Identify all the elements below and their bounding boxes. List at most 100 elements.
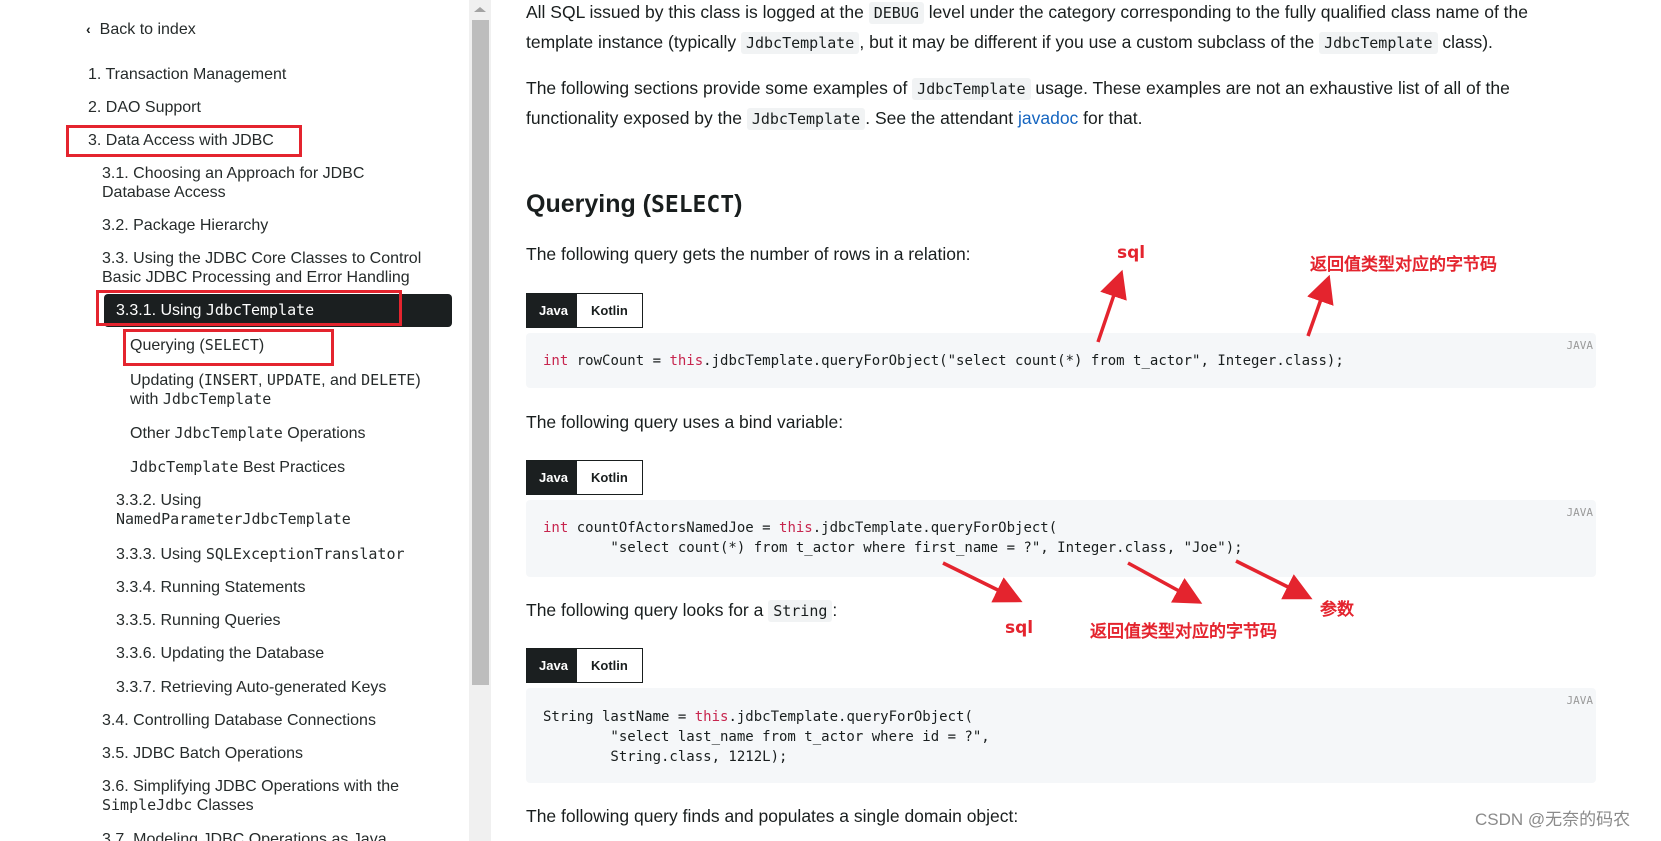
toc-prefix: Updating ( xyxy=(130,372,204,389)
sidebar-toc: ‹ Back to index 1. Transaction Managemen… xyxy=(0,0,470,841)
scrollbar-thumb[interactable] xyxy=(472,20,489,685)
toc-item-package-hierarchy[interactable]: 3.2. Package Hierarchy xyxy=(102,216,268,235)
section-heading-querying: Querying (SELECT) xyxy=(526,190,742,219)
code-keyword: int xyxy=(543,353,569,369)
scroll-up-arrow-icon[interactable] xyxy=(469,4,491,16)
text: for that. xyxy=(1078,108,1143,128)
code-keyword: int xyxy=(543,520,569,536)
toc-prefix: 3.3.1. Using xyxy=(116,302,206,319)
csdn-watermark: CSDN @无奈的码农 xyxy=(1475,810,1631,829)
back-to-index-link[interactable]: ‹ Back to index xyxy=(86,20,196,39)
toc-item-choosing-approach[interactable]: 3.1. Choosing an Approach for JDBC Datab… xyxy=(102,164,364,202)
tab-kotlin[interactable]: Kotlin xyxy=(577,294,642,327)
javadoc-link[interactable]: javadoc xyxy=(1018,108,1078,128)
toc-suffix: Operations xyxy=(282,425,366,442)
text-line: All SQL issued by this class is logged a… xyxy=(526,0,1528,28)
tab-java[interactable]: Java xyxy=(527,294,577,327)
toc-line: 3.1. Choosing an Approach for JDBC xyxy=(102,165,365,182)
toc-suffix: Best Practices xyxy=(238,459,346,476)
toc-item-updating-database[interactable]: 3.3.6. Updating the Database xyxy=(116,644,324,663)
annotation-params: 参数 xyxy=(1320,600,1354,620)
text: . See the attendant xyxy=(865,108,1018,128)
toc-item-updating[interactable]: Updating (INSERT, UPDATE, and DELETE) wi… xyxy=(130,371,421,409)
toc-item-data-access-jdbc[interactable]: 3. Data Access with JDBC xyxy=(88,131,274,150)
code-keyword: this xyxy=(669,353,704,369)
code-token: .jdbcTemplate.queryForObject( xyxy=(812,520,1058,536)
paragraph-row-count: The following query gets the number of r… xyxy=(526,244,971,264)
text: class). xyxy=(1437,32,1493,52)
toc-code: NamedParameterJdbcTemplate xyxy=(116,510,351,528)
text: All SQL issued by this class is logged a… xyxy=(526,2,869,22)
text: , but it may be different if you use a c… xyxy=(859,32,1320,52)
toc-code: JdbcTemplate xyxy=(174,424,283,442)
toc-prefix: Other xyxy=(130,425,175,442)
tab-kotlin[interactable]: Kotlin xyxy=(577,649,642,682)
code-text: String lastName = this.jdbcTemplate.quer… xyxy=(526,688,1596,767)
text-line: template instance (typically JdbcTemplat… xyxy=(526,28,1528,58)
code-token: rowCount = xyxy=(568,353,670,369)
text-line: functionality exposed by the JdbcTemplat… xyxy=(526,104,1510,134)
toc-code: JdbcTemplate xyxy=(130,458,239,476)
toc-item-controlling-connections[interactable]: 3.4. Controlling Database Connections xyxy=(102,711,376,730)
toc-line: 3.3. Using the JDBC Core Classes to Cont… xyxy=(102,250,422,267)
toc-code: SimpleJdbc xyxy=(102,796,193,814)
toc-suffix: ) xyxy=(415,372,421,389)
heading-text: Querying ( xyxy=(526,190,652,218)
paragraph-string-query: The following query looks for a String: xyxy=(526,596,837,626)
sidebar-scrollbar[interactable] xyxy=(469,0,491,841)
toc-code: JdbcTemplate xyxy=(205,301,315,319)
annotation-return-type-top: 返回值类型对应的字节码 xyxy=(1310,255,1497,275)
toc-item-modeling-jdbc[interactable]: 3.7. Modeling JDBC Operations as Java xyxy=(102,830,387,841)
code-block-3: JAVA String lastName = this.jdbcTemplate… xyxy=(526,688,1596,783)
toc-item-simplifying-jdbc[interactable]: 3.6. Simplifying JDBC Operations with th… xyxy=(102,777,399,815)
language-tabs-2: Java Kotlin xyxy=(526,460,643,495)
intro-paragraph-1: All SQL issued by this class is logged a… xyxy=(526,0,1528,58)
toc-code: JdbcTemplate xyxy=(162,390,272,408)
toc-item-sql-exception-translator[interactable]: 3.3.3. Using SQLExceptionTranslator xyxy=(116,545,405,564)
toc-item-auto-generated-keys[interactable]: 3.3.7. Retrieving Auto-generated Keys xyxy=(116,678,386,697)
toc-prefix: with xyxy=(130,391,163,408)
toc-item-transaction-management[interactable]: 1. Transaction Management xyxy=(88,65,286,84)
toc-item-running-statements[interactable]: 3.3.4. Running Statements xyxy=(116,578,305,597)
tab-kotlin[interactable]: Kotlin xyxy=(577,461,642,494)
toc-item-best-practices[interactable]: JdbcTemplate Best Practices xyxy=(130,458,345,477)
code-block-2: JAVA int countOfActorsNamedJoe = this.jd… xyxy=(526,500,1596,577)
toc-sep: , xyxy=(258,372,267,389)
toc-line: SimpleJdbc Classes xyxy=(102,796,399,815)
code-token: .jdbcTemplate.queryForObject( xyxy=(728,709,973,725)
annotation-sql-top: sql xyxy=(1117,243,1146,263)
toc-line: 3.6. Simplifying JDBC Operations with th… xyxy=(102,778,400,795)
toc-line: Database Access xyxy=(102,184,226,201)
intro-paragraph-2: The following sections provide some exam… xyxy=(526,74,1510,134)
text-line: The following sections provide some exam… xyxy=(526,74,1510,104)
inline-code: JdbcTemplate xyxy=(912,78,1031,100)
toc-line: with JdbcTemplate xyxy=(130,390,421,409)
toc-item-named-parameter[interactable]: 3.3.2. Using NamedParameterJdbcTemplate xyxy=(116,491,351,529)
code-token: .jdbcTemplate.queryForObject("select cou… xyxy=(703,353,1344,369)
toc-item-querying-select[interactable]: Querying (SELECT) xyxy=(130,336,264,355)
toc-item-using-jdbctemplate-active[interactable]: 3.3.1. Using JdbcTemplate xyxy=(104,294,452,327)
text: The following sections provide some exam… xyxy=(526,78,913,98)
code-keyword: this xyxy=(779,520,813,536)
text: template instance (typically xyxy=(526,32,741,52)
code-token: String.class, 1212L); xyxy=(543,749,788,765)
code-token: "select last_name from t_actor where id … xyxy=(543,729,990,745)
toc-line: Updating (INSERT, UPDATE, and DELETE) xyxy=(130,371,421,390)
toc-item-running-queries[interactable]: 3.3.5. Running Queries xyxy=(116,611,281,630)
toc-item-other-operations[interactable]: Other JdbcTemplate Operations xyxy=(130,424,366,443)
tab-java[interactable]: Java xyxy=(527,649,577,682)
toc-item-dao-support[interactable]: 2. DAO Support xyxy=(88,98,201,117)
heading-suffix: ) xyxy=(734,190,743,218)
tab-java[interactable]: Java xyxy=(527,461,577,494)
toc-line: 3.3.2. Using xyxy=(116,492,202,509)
inline-code: JdbcTemplate xyxy=(740,32,860,54)
toc-item-batch-operations[interactable]: 3.5. JDBC Batch Operations xyxy=(102,744,303,763)
text: The following query looks for a xyxy=(526,600,769,620)
code-text: int rowCount = this.jdbcTemplate.queryFo… xyxy=(526,333,1596,371)
main-content: All SQL issued by this class is logged a… xyxy=(526,0,1661,841)
annotation-return-type-bottom: 返回值类型对应的字节码 xyxy=(1090,622,1277,642)
annotation-sql-bottom: sql xyxy=(1005,618,1034,638)
paragraph-bind-variable: The following query uses a bind variable… xyxy=(526,412,844,432)
code-text: int countOfActorsNamedJoe = this.jdbcTem… xyxy=(526,500,1596,558)
toc-item-jdbc-core-classes[interactable]: 3.3. Using the JDBC Core Classes to Cont… xyxy=(102,249,421,287)
